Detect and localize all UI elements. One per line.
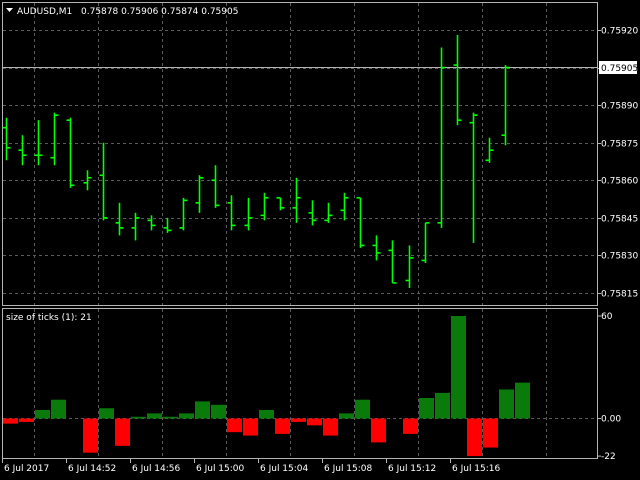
chart-header: AUDUSD,M1 0.75878 0.75906 0.75874 0.7590…: [6, 7, 238, 17]
histogram-bar-up: [515, 382, 530, 419]
histogram-bar-down: [403, 418, 418, 434]
histogram-bar-up: [355, 399, 370, 419]
chart-background: [0, 0, 640, 480]
histogram-bar-up: [163, 416, 178, 419]
price-tick-label: 0.75845: [601, 215, 638, 225]
histogram-bar-down: [291, 418, 306, 422]
chart-window[interactable]: AUDUSD,M1 0.75878 0.75906 0.75874 0.7590…: [0, 0, 640, 480]
histogram-bar-up: [195, 401, 210, 419]
histogram-bar-up: [35, 409, 50, 419]
price-tick-label: 0.75860: [601, 177, 638, 187]
time-tick-label: 6 Jul 14:56: [132, 464, 181, 474]
histogram-bar-down: [3, 418, 18, 424]
time-tick-label: 6 Jul 15:08: [324, 464, 373, 474]
histogram-bar-down: [115, 418, 130, 446]
histogram-bar-down: [323, 418, 338, 436]
histogram-bar-up: [339, 413, 354, 419]
price-tick-label: 0.75830: [601, 252, 638, 262]
indicator-tick-label: -22: [601, 452, 616, 462]
indicator-tick-label: 60: [601, 312, 613, 322]
time-tick-label: 6 Jul 15:16: [452, 464, 501, 474]
time-tick-label: 6 Jul 15:04: [260, 464, 309, 474]
time-tick-label: 6 Jul 2017: [4, 464, 49, 474]
histogram-bar-up: [179, 413, 194, 419]
histogram-bar-up: [419, 398, 434, 419]
histogram-bar-up: [51, 399, 66, 419]
histogram-bar-down: [83, 418, 98, 453]
price-tick-label: 0.75920: [601, 27, 638, 37]
histogram-bar-up: [451, 316, 466, 419]
histogram-bar-up: [147, 413, 162, 419]
indicator-tick-label: 0.00: [601, 415, 621, 425]
histogram-bar-up: [259, 409, 274, 419]
histogram-bar-down: [483, 418, 498, 448]
time-tick-label: 6 Jul 14:52: [68, 464, 116, 474]
histogram-bar-down: [275, 418, 290, 434]
histogram-bar-down: [371, 418, 386, 443]
histogram-bar-up: [499, 389, 514, 419]
price-tick-label: 0.75890: [601, 102, 638, 112]
price-tick-label: 0.75875: [601, 140, 638, 150]
histogram-bar-down: [467, 418, 482, 457]
ohlc-readout: 0.75878 0.75906 0.75874 0.75905: [81, 7, 238, 17]
price-tick-label: 0.75815: [601, 290, 638, 300]
histogram-bar-down: [243, 418, 258, 436]
histogram-bar-down: [307, 418, 322, 426]
histogram-bar-up: [211, 404, 226, 419]
time-tick-label: 6 Jul 15:00: [196, 464, 245, 474]
histogram-bar-up: [131, 416, 146, 419]
time-tick-label: 6 Jul 15:12: [388, 464, 436, 474]
histogram-bar-down: [227, 418, 242, 433]
indicator-title: size of ticks (1): 21: [6, 313, 92, 323]
histogram-bar-down: [19, 418, 34, 422]
current-price-label: 0.75905: [601, 64, 638, 74]
symbol-label: AUDUSD,M1: [17, 7, 72, 17]
histogram-bar-up: [99, 408, 114, 419]
histogram-bar-up: [435, 392, 450, 419]
